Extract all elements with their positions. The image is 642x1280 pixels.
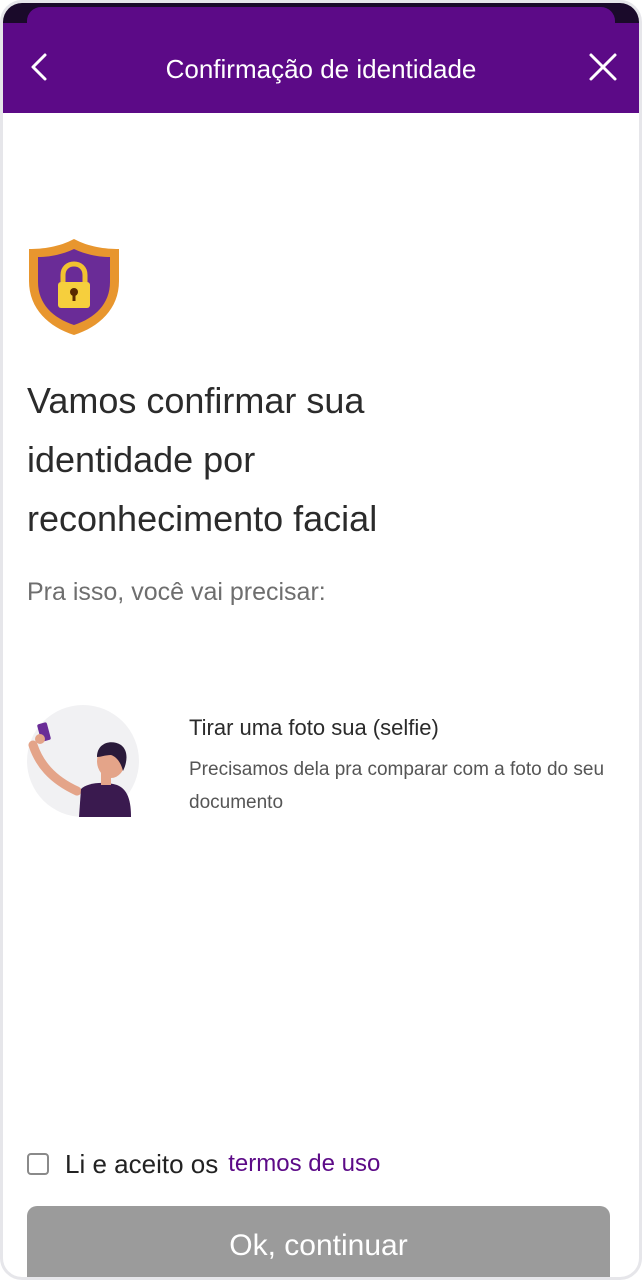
headline: Vamos confirmar sua identidade por recon… — [27, 371, 587, 548]
app-header: Confirmação de identidade — [3, 23, 639, 113]
back-button[interactable] — [21, 47, 61, 87]
close-button[interactable] — [585, 49, 621, 85]
subtitle: Pra isso, você vai precisar: — [27, 578, 326, 606]
terms-label: Li e aceito os — [65, 1148, 219, 1179]
selfie-illustration — [27, 705, 139, 817]
headline-line: reconhecimento facial — [27, 498, 378, 539]
headline-line: identidade por — [27, 439, 256, 480]
headline-line: Vamos confirmar sua — [27, 380, 365, 421]
page-title: Confirmação de identidade — [165, 54, 477, 84]
phone-frame: Confirmação de identidade Vamos confirma… — [0, 0, 642, 1280]
shield-lock-icon — [29, 239, 119, 335]
continue-button[interactable]: Ok, continuar — [27, 1206, 610, 1277]
requirement-title: Tirar uma foto sua (selfie) — [189, 715, 439, 740]
close-icon — [589, 53, 617, 81]
chevron-left-icon — [31, 53, 47, 81]
requirement-description: Precisamos dela pra comparar com a foto … — [189, 759, 605, 813]
terms-checkbox[interactable] — [27, 1153, 49, 1175]
terms-link[interactable]: termos de uso — [228, 1150, 380, 1178]
terms-row: Li e aceito os termos de uso — [27, 1145, 380, 1183]
